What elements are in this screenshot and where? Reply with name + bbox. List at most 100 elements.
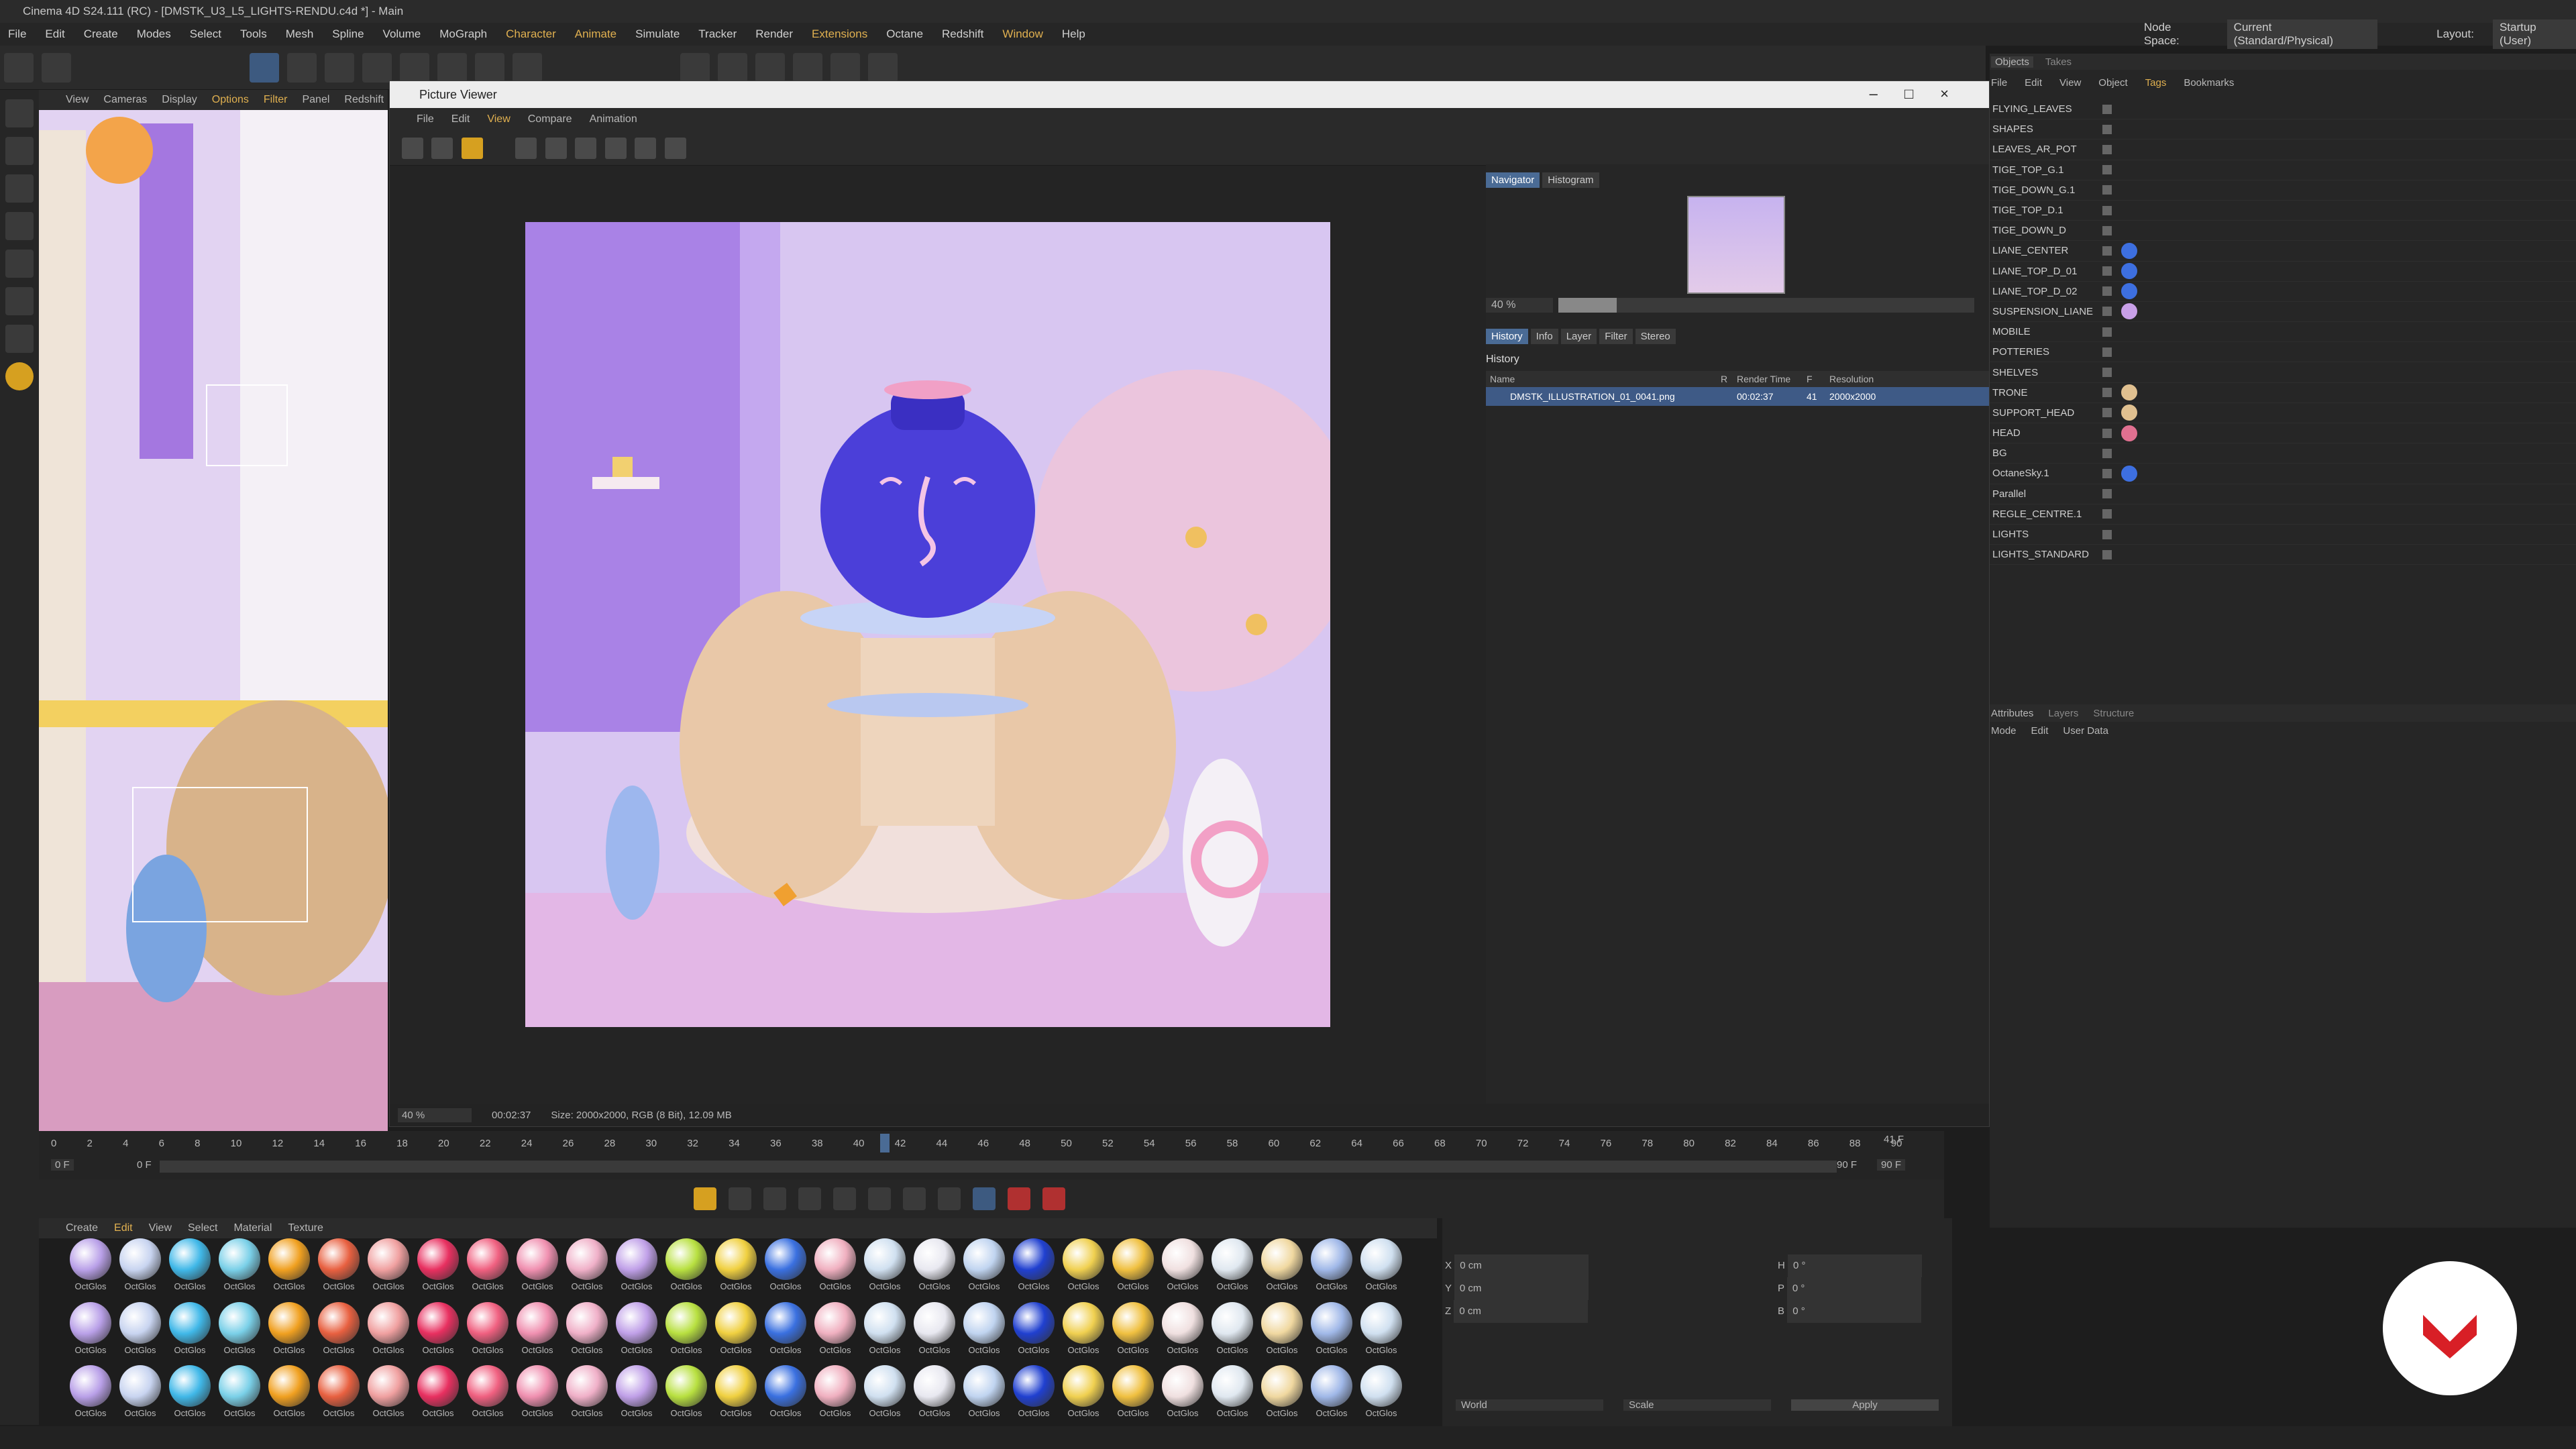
prev-key-icon[interactable] <box>763 1187 786 1210</box>
material-swatch[interactable]: OctGlos <box>812 1238 859 1299</box>
paste-icon[interactable] <box>545 138 567 159</box>
material-swatch[interactable]: OctGlos <box>216 1365 263 1426</box>
material-tag-icon[interactable] <box>2121 263 2137 280</box>
visibility-icon[interactable] <box>2102 347 2112 357</box>
vp-menu-display[interactable]: Display <box>162 94 197 106</box>
loop-icon[interactable] <box>973 1187 996 1210</box>
deformer-icon[interactable] <box>793 52 822 83</box>
material-swatch[interactable]: OctGlos <box>415 1365 462 1426</box>
material-swatch[interactable]: OctGlos <box>762 1301 809 1362</box>
go-start-icon[interactable] <box>729 1187 751 1210</box>
menu-simulate[interactable]: Simulate <box>635 28 680 41</box>
move-tool-icon[interactable] <box>287 52 317 83</box>
obj-menu-edit[interactable]: Edit <box>2025 77 2042 89</box>
save-icon[interactable] <box>431 138 453 159</box>
camera-icon[interactable] <box>830 52 860 83</box>
object-row[interactable]: LIGHTS <box>1990 525 2576 545</box>
vp-menu-options[interactable]: Options <box>212 94 249 106</box>
material-swatch[interactable]: OctGlos <box>1209 1365 1256 1426</box>
material-swatch[interactable]: OctGlos <box>464 1365 511 1426</box>
material-swatch[interactable]: OctGlos <box>514 1238 561 1299</box>
material-swatch[interactable]: OctGlos <box>1110 1301 1157 1362</box>
material-swatch[interactable]: OctGlos <box>1159 1365 1206 1426</box>
points-mode-icon[interactable] <box>5 174 34 203</box>
menu-tools[interactable]: Tools <box>240 28 267 41</box>
material-swatch[interactable]: OctGlos <box>266 1365 313 1426</box>
material-swatch[interactable]: OctGlos <box>415 1238 462 1299</box>
apply-button[interactable]: Apply <box>1791 1399 1939 1411</box>
texture-mode-icon[interactable] <box>5 137 34 165</box>
coord-y[interactable]: 0 cm <box>1454 1277 1589 1300</box>
object-row[interactable]: TIGE_DOWN_D <box>1990 221 2576 241</box>
coord-p[interactable]: 0 ° <box>1786 1277 1921 1300</box>
pv-menu-file[interactable]: File <box>417 113 434 125</box>
visibility-icon[interactable] <box>2102 549 2112 559</box>
menu-select[interactable]: Select <box>190 28 221 41</box>
sketch-icon[interactable] <box>5 362 34 390</box>
obj-menu-view[interactable]: View <box>2059 77 2081 89</box>
node-space-select[interactable]: Current (Standard/Physical) <box>2226 19 2378 49</box>
object-row[interactable]: POTTERIES <box>1990 342 2576 363</box>
region-icon[interactable] <box>575 138 597 159</box>
pv-menu-edit[interactable]: Edit <box>451 113 470 125</box>
workplane-icon[interactable] <box>5 325 34 353</box>
material-swatch[interactable]: OctGlos <box>117 1238 164 1299</box>
model-mode-icon[interactable] <box>5 99 34 127</box>
material-swatch[interactable]: OctGlos <box>1060 1365 1107 1426</box>
material-swatch[interactable]: OctGlos <box>67 1301 114 1362</box>
mat-menu-texture[interactable]: Texture <box>288 1222 323 1234</box>
visibility-icon[interactable] <box>2102 529 2112 539</box>
visibility-icon[interactable] <box>2102 266 2112 276</box>
tab-objects[interactable]: Objects <box>1991 56 2033 68</box>
mat-menu-select[interactable]: Select <box>188 1222 217 1234</box>
material-swatch[interactable]: OctGlos <box>861 1365 908 1426</box>
redo-icon[interactable] <box>42 52 71 83</box>
object-row[interactable]: TIGE_TOP_D.1 <box>1990 201 2576 221</box>
object-row[interactable]: TRONE <box>1990 383 2576 403</box>
obj-menu-file[interactable]: File <box>1991 77 2007 89</box>
visibility-icon[interactable] <box>2102 225 2112 235</box>
axis-x-icon[interactable] <box>437 52 467 83</box>
material-swatch[interactable]: OctGlos <box>961 1365 1008 1426</box>
light-icon[interactable] <box>868 52 898 83</box>
visibility-icon[interactable] <box>2102 408 2112 418</box>
menu-mograph[interactable]: MoGraph <box>439 28 487 41</box>
material-swatch[interactable]: OctGlos <box>564 1238 610 1299</box>
material-swatch[interactable]: OctGlos <box>166 1238 213 1299</box>
copy-icon[interactable] <box>515 138 537 159</box>
material-swatch[interactable]: OctGlos <box>1060 1238 1107 1299</box>
next-key-icon[interactable] <box>903 1187 926 1210</box>
prev-frame-icon[interactable] <box>798 1187 821 1210</box>
timeline-playhead[interactable] <box>880 1134 890 1152</box>
navigator-thumbnail[interactable] <box>1687 196 1785 294</box>
mat-menu-create[interactable]: Create <box>66 1222 98 1234</box>
tab-navigator[interactable]: Navigator <box>1486 172 1540 188</box>
visibility-icon[interactable] <box>2102 144 2112 154</box>
vp-menu-cameras[interactable]: Cameras <box>103 94 147 106</box>
object-row[interactable]: TIGE_DOWN_G.1 <box>1990 180 2576 201</box>
open-icon[interactable] <box>402 138 423 159</box>
material-swatch[interactable]: OctGlos <box>365 1365 412 1426</box>
edges-mode-icon[interactable] <box>5 212 34 240</box>
material-swatch[interactable]: OctGlos <box>1258 1301 1305 1362</box>
obj-menu-bookmarks[interactable]: Bookmarks <box>2184 77 2234 89</box>
object-row[interactable]: REGLE_CENTRE.1 <box>1990 504 2576 525</box>
transform-tool-icon[interactable] <box>400 52 429 83</box>
auto-key-icon[interactable] <box>1042 1187 1065 1210</box>
ab-compare-icon[interactable] <box>604 138 627 159</box>
obj-menu-tags[interactable]: Tags <box>2145 77 2167 89</box>
material-swatch[interactable]: OctGlos <box>1110 1365 1157 1426</box>
start-frame[interactable]: 0 F <box>51 1159 74 1171</box>
material-swatch[interactable]: OctGlos <box>663 1301 710 1362</box>
material-swatch[interactable]: OctGlos <box>1209 1238 1256 1299</box>
material-swatch[interactable]: OctGlos <box>762 1365 809 1426</box>
material-swatch[interactable]: OctGlos <box>911 1238 958 1299</box>
material-swatch[interactable]: OctGlos <box>1258 1365 1305 1426</box>
material-swatch[interactable]: OctGlos <box>1010 1301 1057 1362</box>
material-swatch[interactable]: OctGlos <box>1308 1238 1355 1299</box>
object-row[interactable]: HEAD <box>1990 423 2576 444</box>
vp-menu-filter[interactable]: Filter <box>264 94 288 106</box>
material-swatch[interactable]: OctGlos <box>564 1365 610 1426</box>
material-tag-icon[interactable] <box>2121 465 2137 482</box>
object-row[interactable]: OctaneSky.1 <box>1990 464 2576 484</box>
